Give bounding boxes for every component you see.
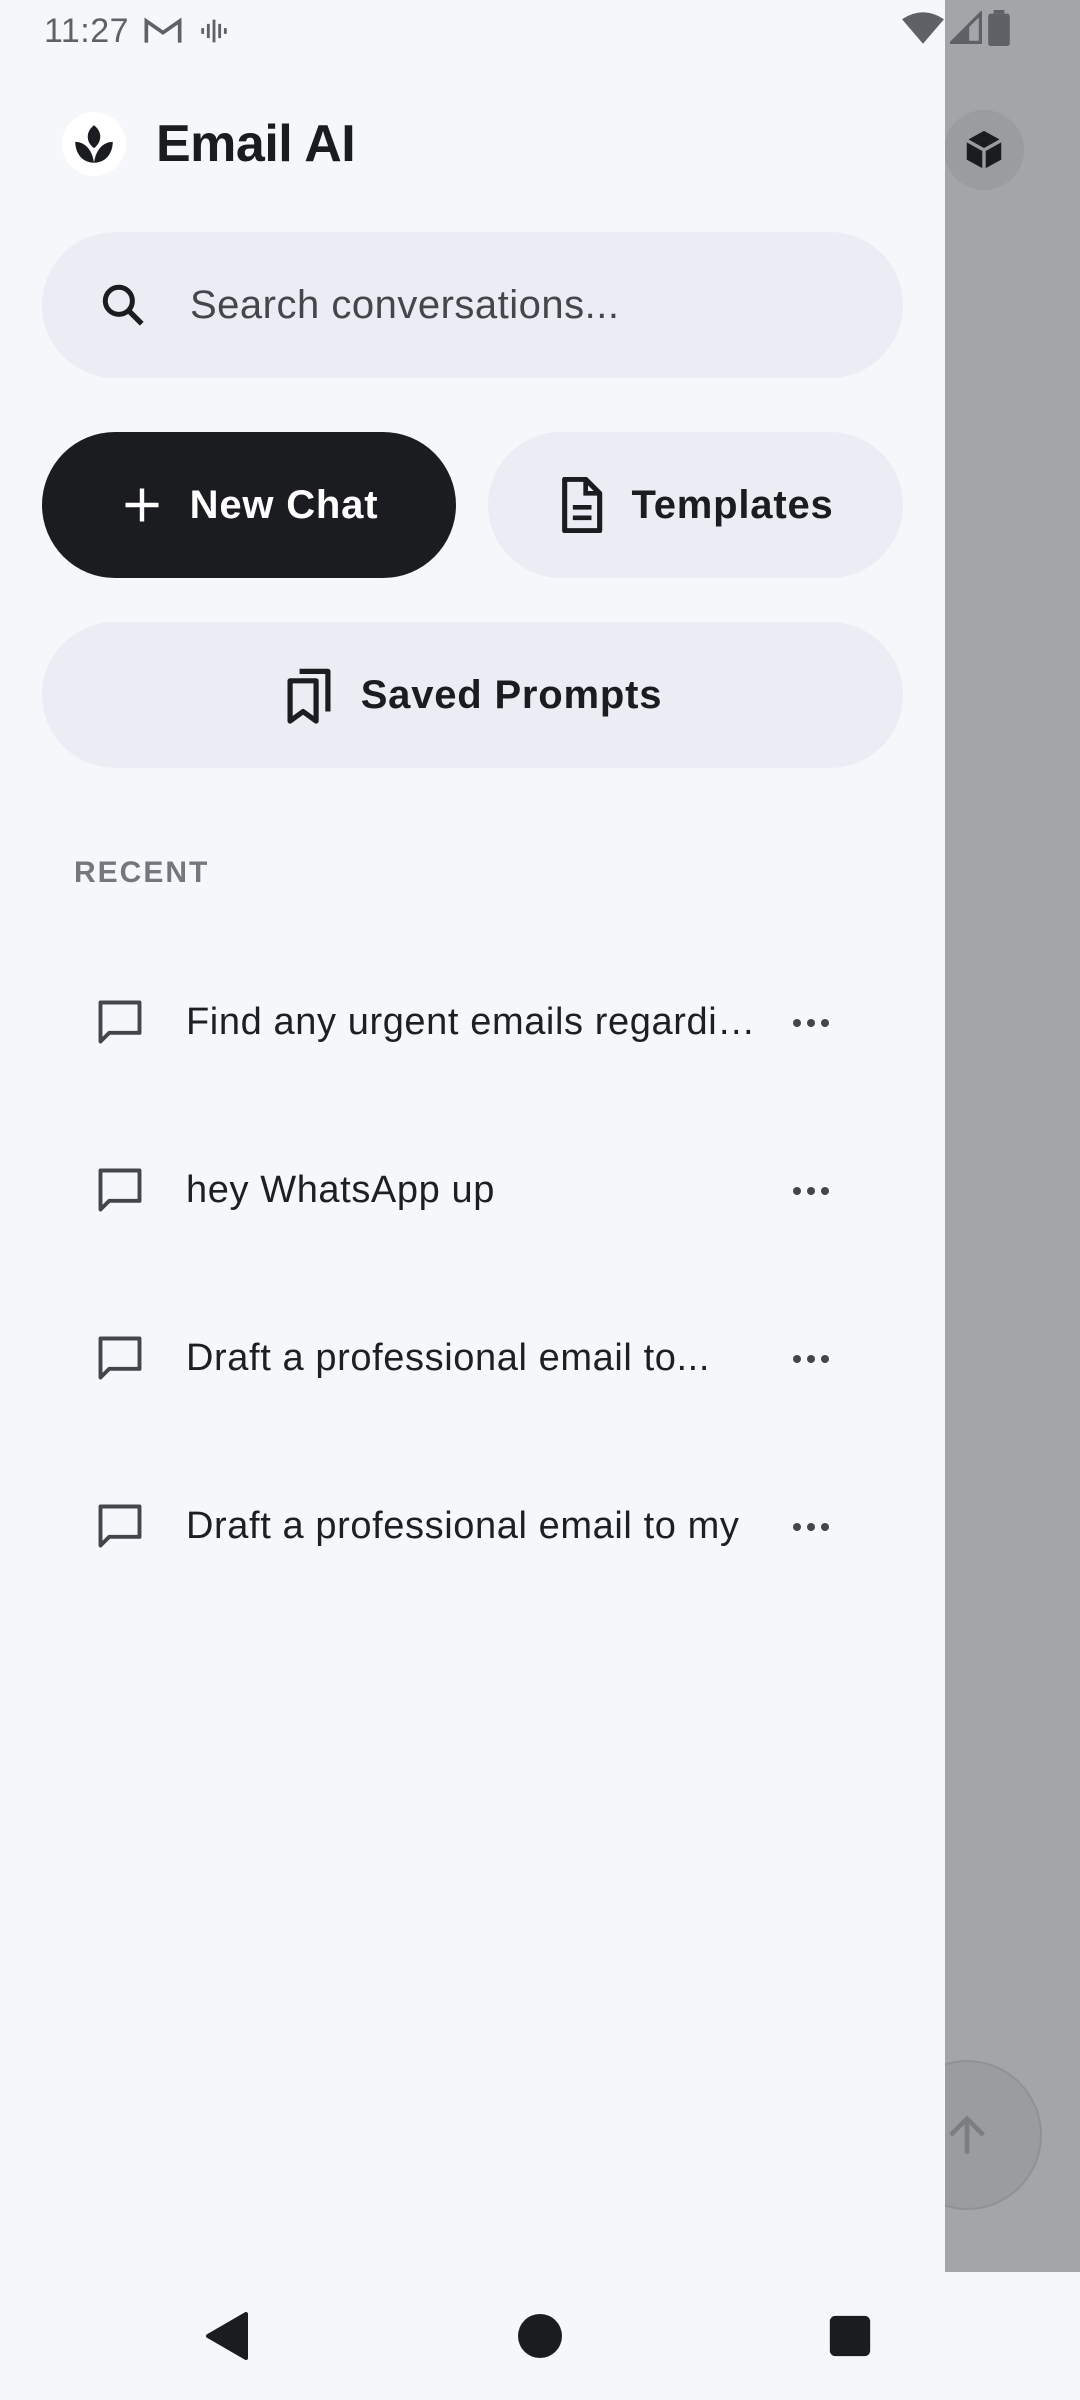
recents-icon [829,2315,871,2357]
status-time: 11:27 [44,11,130,50]
conversation-item[interactable]: Draft a professional email to... [60,1274,860,1442]
saved-prompts-button[interactable]: Saved Prompts [42,622,903,768]
conversation-title: Draft a professional email to my [186,1504,740,1547]
plus-icon [125,488,159,522]
recent-section-heading: RECENT [74,856,210,889]
conversation-title: hey WhatsApp up [186,1168,495,1211]
bookmarks-icon [287,668,331,724]
recent-conversations-list: Find any urgent emails regarding hey Wha… [60,938,860,1610]
new-chat-label: New Chat [189,482,379,527]
recents-button[interactable] [820,2306,880,2366]
voicemail-icon [201,19,227,43]
search-input[interactable] [188,281,842,329]
conversation-item[interactable]: hey WhatsApp up [60,1106,860,1274]
app-logo-icon [62,112,126,176]
cube-icon [965,130,1003,170]
signal-icon [950,11,982,44]
app-title: Email AI [156,115,356,173]
more-horizontal-icon [793,1523,829,1531]
profile-avatar[interactable] [944,110,1024,190]
chat-bubble-icon [94,1328,154,1388]
battery-icon [988,10,1010,46]
chat-bubble-icon [94,992,154,1052]
chat-bubble-icon [94,1496,154,1556]
conversation-item[interactable]: Draft a professional email to my [60,1442,860,1610]
templates-button[interactable]: Templates [488,432,903,578]
conversation-title: Draft a professional email to... [186,1336,710,1379]
status-icons [902,10,1010,46]
more-horizontal-icon [793,1187,829,1195]
search-icon [102,284,144,326]
saved-prompts-label: Saved Prompts [360,672,663,717]
home-icon [518,2314,562,2358]
system-navigation-bar [0,2272,1080,2400]
chat-bubble-icon [94,1160,154,1220]
arrow-up-icon [949,2115,985,2154]
back-icon [206,2312,248,2360]
search-bar[interactable] [42,232,903,378]
more-horizontal-icon [793,1019,829,1027]
app-brand: Email AI [62,112,356,176]
more-options-button[interactable] [786,1166,836,1216]
back-button[interactable] [198,2306,258,2366]
templates-label: Templates [631,482,834,527]
conversation-title: Find any urgent emails regarding [186,1000,756,1043]
more-options-button[interactable] [786,998,836,1048]
conversation-item[interactable]: Find any urgent emails regarding [60,938,860,1106]
document-icon [562,477,603,533]
status-bar: 11:27 [0,0,945,62]
new-chat-button[interactable]: New Chat [42,432,456,578]
home-button[interactable] [510,2306,570,2366]
more-options-button[interactable] [786,1334,836,1384]
wifi-icon [902,12,944,44]
gmail-icon [144,17,182,43]
navigation-drawer: Email AI New Chat Templates Saved Prompt… [0,0,945,2272]
more-horizontal-icon [793,1355,829,1363]
more-options-button[interactable] [786,1502,836,1552]
